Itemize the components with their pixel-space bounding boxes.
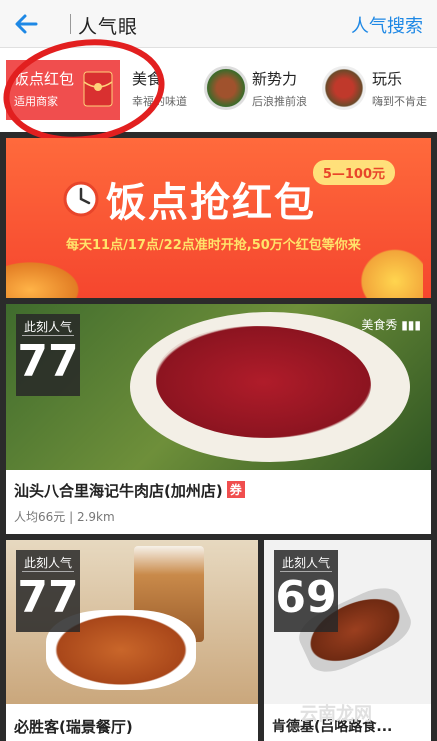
- category-subtitle: 后浪推前浪: [252, 95, 307, 108]
- back-arrow-icon[interactable]: [12, 10, 40, 38]
- restaurant-card[interactable]: 此刻人气 77 美食秀 ▮▮▮ 汕头八合里海记牛肉店(加州店) 券 人均66元 |…: [6, 304, 431, 534]
- category-food[interactable]: 美食 幸福的味道: [124, 60, 248, 120]
- promo-banner[interactable]: 饭点抢红包 5—100元 每天11点/17点/22点准时开抢,50万个红包等你来: [6, 138, 431, 298]
- category-strip: 饭点红包 适用商家 美食 幸福的味道 新势力 后浪推前浪 玩乐 嗨到不肯走: [0, 48, 437, 132]
- category-new-trend[interactable]: 新势力 后浪推前浪: [244, 60, 366, 120]
- clock-icon: [63, 181, 99, 217]
- watermark: 云南龙网: [300, 704, 372, 725]
- food-show-label: 美食秀: [361, 318, 398, 332]
- restaurant-name: 汕头八合里海记牛肉店(加州店) 券: [14, 480, 245, 501]
- category-subtitle: 嗨到不肯走: [372, 95, 427, 108]
- restaurant-name: 必胜客(瑞景餐厅): [14, 718, 133, 736]
- restaurant-name-text: 汕头八合里海记牛肉店(加州店): [14, 482, 223, 500]
- popularity-box: 此刻人气 69: [274, 550, 338, 632]
- popularity-box: 此刻人气 77: [16, 314, 80, 396]
- popularity-value: 77: [17, 572, 79, 623]
- top-bar: 人气眼 人气搜索: [0, 0, 437, 48]
- title-divider: [70, 14, 71, 34]
- category-fun[interactable]: 玩乐 嗨到不肯走: [364, 60, 437, 120]
- popularity-value: 77: [17, 336, 79, 387]
- category-subtitle: 适用商家: [14, 95, 58, 108]
- search-link[interactable]: 人气搜索: [351, 12, 423, 38]
- category-name: 新势力: [252, 70, 298, 88]
- category-name: 饭点红包: [14, 70, 75, 88]
- popularity-label: 此刻人气: [280, 550, 332, 572]
- red-packet-icon: [83, 71, 113, 107]
- restaurant-meta: 人均66元 | 2.9km: [14, 510, 115, 524]
- popularity-label: 此刻人气: [22, 314, 74, 336]
- banner-decoration-right: [353, 242, 423, 298]
- popularity-value: 69: [275, 572, 337, 623]
- category-subtitle: 幸福的味道: [132, 95, 187, 108]
- bar-chart-icon: ▮▮▮: [401, 318, 421, 332]
- category-name: 美食: [132, 70, 163, 88]
- food-thumbnail: [204, 66, 248, 110]
- popularity-box: 此刻人气 77: [16, 550, 80, 632]
- category-name: 玩乐: [372, 70, 403, 88]
- popularity-label: 此刻人气: [22, 550, 74, 572]
- banner-amount-badge: 5—100元: [312, 160, 395, 185]
- banner-title: 饭点抢红包: [106, 180, 316, 226]
- food-show-tag[interactable]: 美食秀 ▮▮▮: [361, 316, 421, 333]
- banner-decoration-left: [6, 258, 86, 298]
- banner-subtitle: 每天11点/17点/22点准时开抢,50万个红包等你来: [66, 238, 361, 253]
- restaurant-card[interactable]: 此刻人气 77 必胜客(瑞景餐厅): [6, 540, 258, 741]
- coupon-badge: 券: [226, 481, 245, 498]
- category-red-packet[interactable]: 饭点红包 适用商家: [6, 60, 120, 120]
- new-trend-thumbnail: [322, 66, 366, 110]
- page-title: 人气眼: [78, 16, 139, 38]
